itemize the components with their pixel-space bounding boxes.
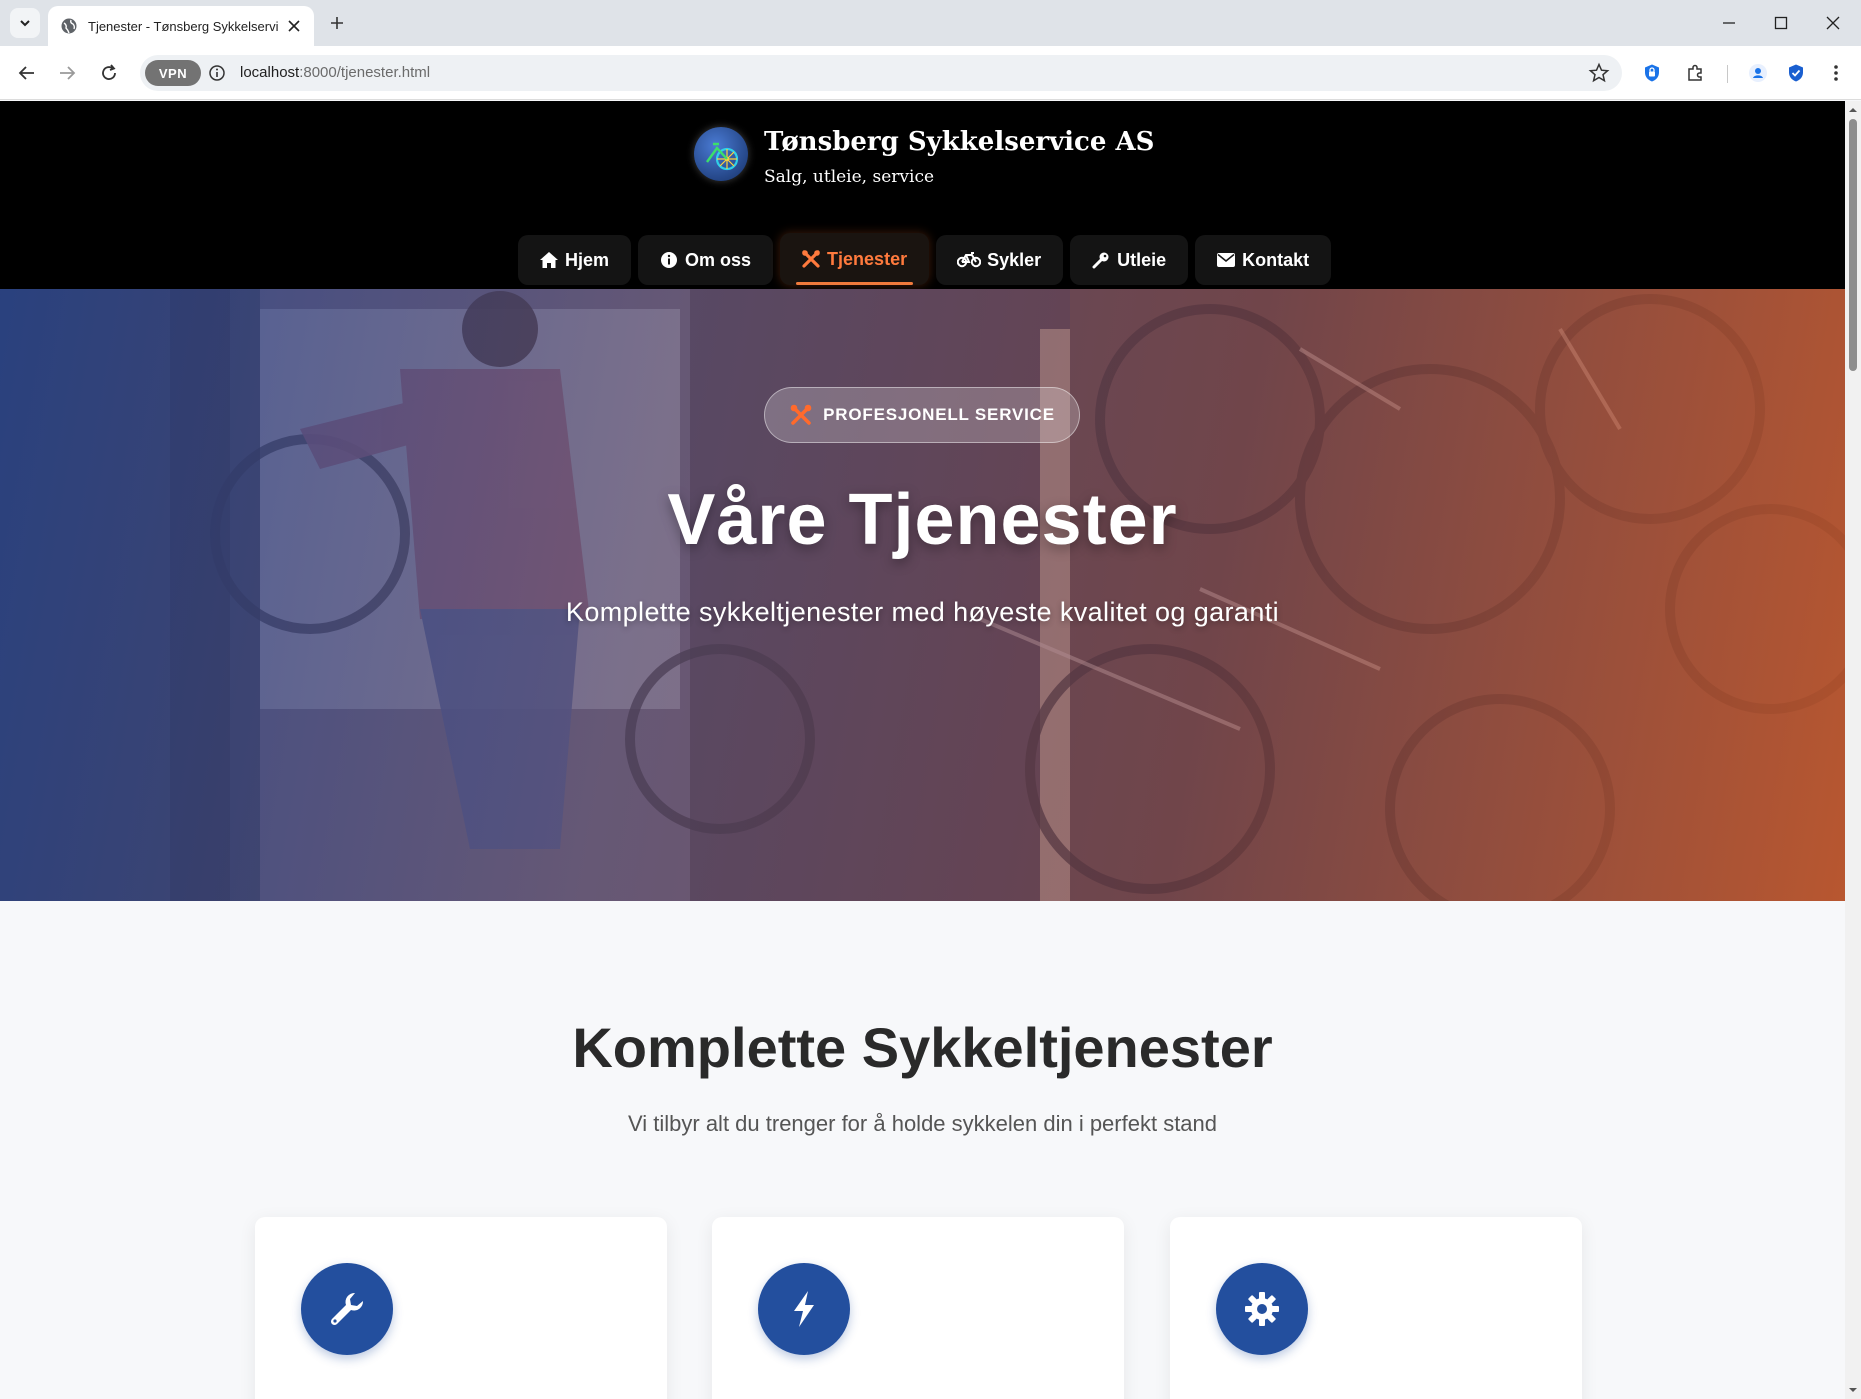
service-card-electric[interactable] xyxy=(712,1217,1124,1399)
hero-section: PROFESJONELL SERVICE Våre Tjenester Komp… xyxy=(0,289,1845,901)
arrow-left-icon xyxy=(18,66,34,80)
reload-icon xyxy=(102,64,116,80)
nav-label: Hjem xyxy=(565,249,610,270)
main-navigation: Hjem Om oss Tjenester Sykler Utleie Kont… xyxy=(518,233,1332,285)
reload-button[interactable] xyxy=(94,58,124,88)
nav-label: Om oss xyxy=(685,249,752,270)
vpn-label: VPN xyxy=(158,65,188,81)
tools-icon xyxy=(801,249,821,269)
hero-subtitle: Komplette sykkeltjenester med høyeste kv… xyxy=(565,597,1280,627)
scroll-up-arrow-icon[interactable] xyxy=(1848,105,1858,115)
tools-icon xyxy=(790,404,812,425)
scroll-down-arrow-icon[interactable] xyxy=(1848,1385,1858,1395)
toolbar-separator xyxy=(1727,65,1728,83)
nav-item-utleie[interactable]: Utleie xyxy=(1070,235,1189,285)
browser-tabbar: Tjenester - Tønsberg Sykkelservice AS xyxy=(0,0,1861,46)
arrow-right-icon xyxy=(60,66,76,80)
security-shield-icon[interactable] xyxy=(1784,61,1808,85)
home-icon xyxy=(539,250,559,270)
nav-label: Kontakt xyxy=(1242,249,1310,270)
bicycle-icon xyxy=(957,250,982,270)
close-icon xyxy=(1826,16,1840,30)
plus-icon xyxy=(331,17,343,29)
close-tab-button[interactable] xyxy=(284,16,304,36)
hero-title: Våre Tjenester xyxy=(667,480,1178,560)
url-host: localhost xyxy=(240,64,300,81)
bolt-icon xyxy=(758,1263,850,1355)
nav-label: Tjenester xyxy=(827,248,908,269)
nav-label: Sykler xyxy=(987,249,1042,270)
back-button[interactable] xyxy=(12,58,42,88)
page-viewport: Tønsberg Sykkelservice AS Salg, utleie, … xyxy=(0,101,1845,1399)
site-name: Tønsberg Sykkelservice AS xyxy=(764,127,1155,157)
envelope-icon xyxy=(1216,250,1236,270)
bookmark-star-icon[interactable] xyxy=(1588,62,1610,84)
nav-item-hjem[interactable]: Hjem xyxy=(518,235,632,285)
extensions-puzzle-icon[interactable] xyxy=(1683,61,1707,85)
url-path: :8000/tjenester.html xyxy=(299,64,431,81)
service-card-maintenance[interactable] xyxy=(1170,1217,1582,1399)
service-card-repair[interactable] xyxy=(255,1217,667,1399)
site-header: Tønsberg Sykkelservice AS Salg, utleie, … xyxy=(0,101,1845,289)
nav-item-tjenester[interactable]: Tjenester xyxy=(780,233,930,285)
info-icon xyxy=(659,250,679,270)
nav-item-sykler[interactable]: Sykler xyxy=(936,235,1064,285)
hero-badge: PROFESJONELL SERVICE xyxy=(764,387,1080,443)
hero-gradient-overlay xyxy=(0,289,1845,901)
chevron-down-icon xyxy=(20,20,30,27)
url-text[interactable]: localhost:8000/tjenester.html xyxy=(240,64,430,81)
page-scrollbar[interactable] xyxy=(1845,101,1861,1399)
tab-title: Tjenester - Tønsberg Sykkelservice AS xyxy=(88,18,278,34)
forward-button[interactable] xyxy=(52,58,82,88)
nav-item-om-oss[interactable]: Om oss xyxy=(638,235,774,285)
vpn-button[interactable]: VPN xyxy=(145,60,201,86)
services-title: Komplette Sykkeltjenester xyxy=(572,1016,1273,1079)
more-vertical-icon xyxy=(1834,65,1838,81)
address-bar[interactable]: VPN localhost:8000/tjenester.html xyxy=(140,55,1622,91)
shield-extension-icon[interactable] xyxy=(1640,61,1664,85)
new-tab-button[interactable] xyxy=(326,12,348,34)
tab-search-button[interactable] xyxy=(10,8,40,38)
services-subtitle: Vi tilbyr alt du trenger for å holde syk… xyxy=(627,1111,1218,1136)
globe-icon xyxy=(61,18,77,34)
browser-tab-active[interactable]: Tjenester - Tønsberg Sykkelservice AS xyxy=(48,6,314,46)
close-icon xyxy=(288,20,300,32)
nav-item-kontakt[interactable]: Kontakt xyxy=(1195,235,1332,285)
browser-menu-button[interactable] xyxy=(1824,61,1848,85)
minimize-icon xyxy=(1723,22,1735,24)
scrollbar-thumb[interactable] xyxy=(1849,119,1857,371)
browser-toolbar: VPN localhost:8000/tjenester.html xyxy=(0,46,1861,100)
logo xyxy=(694,127,748,181)
wrench-icon xyxy=(301,1263,393,1355)
key-icon xyxy=(1091,250,1111,270)
site-tagline: Salg, utleie, service xyxy=(764,167,935,187)
nav-label: Utleie xyxy=(1117,249,1167,270)
maximize-icon xyxy=(1774,16,1788,30)
close-window-button[interactable] xyxy=(1818,8,1848,38)
brand[interactable]: Tønsberg Sykkelservice AS Salg, utleie, … xyxy=(694,127,1154,187)
bicycle-logo-icon xyxy=(706,142,739,171)
maximize-button[interactable] xyxy=(1766,8,1796,38)
site-info-icon[interactable] xyxy=(208,64,226,82)
gear-icon xyxy=(1216,1263,1308,1355)
profile-avatar-icon[interactable] xyxy=(1746,61,1770,85)
hero-badge-label: PROFESJONELL SERVICE xyxy=(823,405,1055,424)
minimize-button[interactable] xyxy=(1714,8,1744,38)
